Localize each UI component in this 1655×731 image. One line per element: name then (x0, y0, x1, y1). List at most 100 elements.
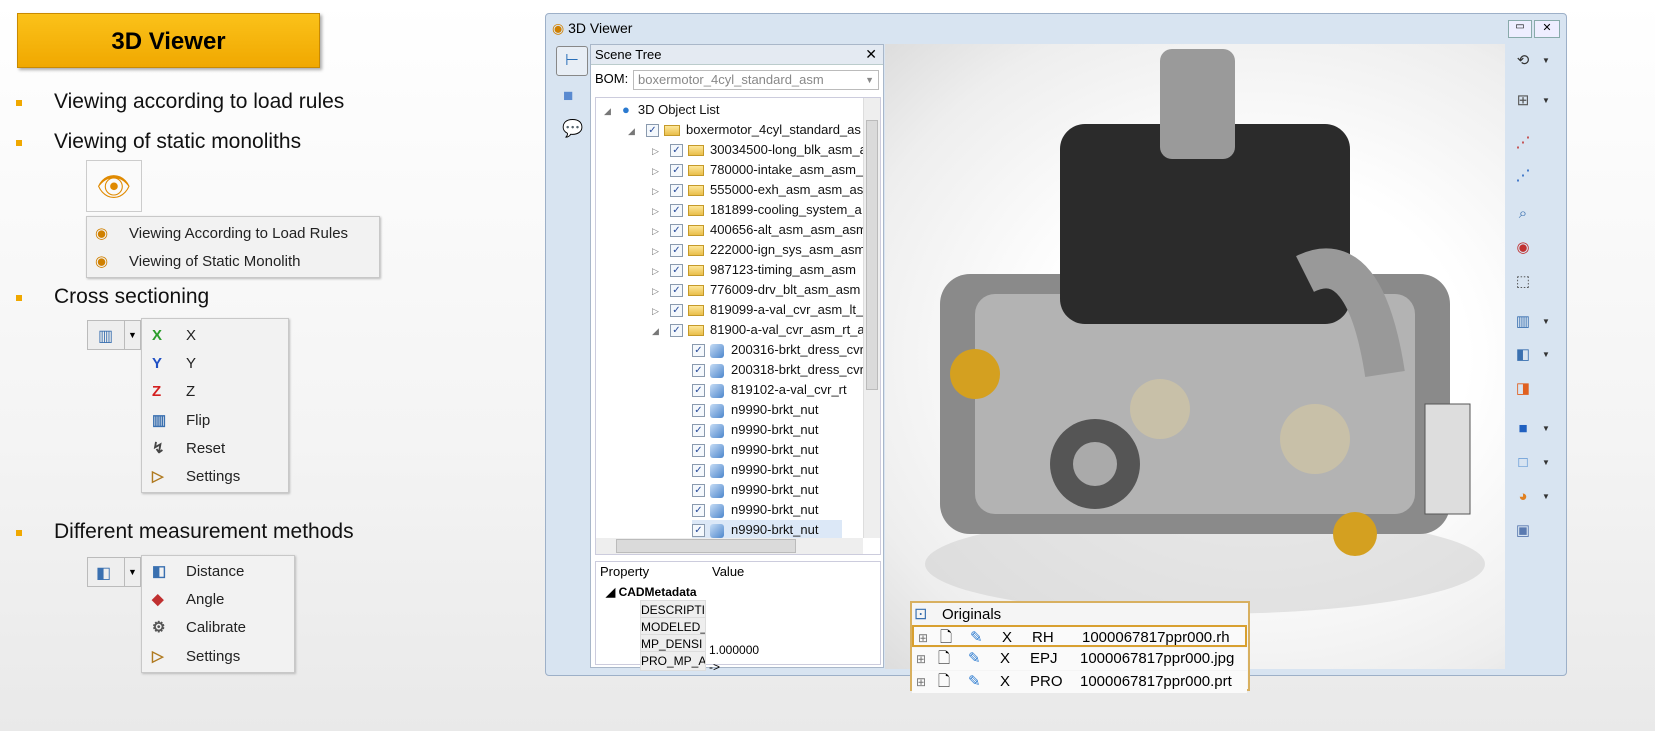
menu-item-static-monolith[interactable]: ◉ Viewing of Static Monolith (87, 248, 379, 276)
color-icon[interactable]: ◉ (1512, 237, 1534, 259)
tree-part[interactable]: ✓ n9990-brkt_nut (692, 500, 818, 520)
bullet-cross-sectioning: Cross sectioning (15, 285, 210, 308)
checkbox[interactable]: ✓ (670, 204, 683, 218)
tree-part[interactable]: ✓ 200316-brkt_dress_cvr (692, 340, 864, 360)
scroll-thumb[interactable] (866, 120, 878, 390)
menu-item-x[interactable]: XX (142, 322, 288, 350)
pencil-icon[interactable]: ✎ (968, 648, 981, 670)
checkbox[interactable]: ✓ (692, 504, 705, 518)
frame-icon[interactable]: ▣ (1512, 520, 1534, 542)
tree-part[interactable]: ✓ n9990-brkt_nut (692, 480, 818, 500)
transparency-icon[interactable]: ◨ (1512, 378, 1534, 400)
checkbox[interactable]: ✓ (670, 324, 683, 338)
menu-item-settings[interactable]: ▷ Settings (142, 643, 294, 671)
tree-vscrollbar[interactable] (863, 98, 880, 538)
comment-tab-icon[interactable]: 💬 (562, 119, 583, 139)
measure-icon[interactable]: ⋰ (1512, 132, 1534, 154)
tree-folder[interactable]: ▷ ✓ 776009-drv_blt_asm_asm (652, 280, 860, 300)
scroll-thumb[interactable] (616, 539, 796, 553)
pencil-icon[interactable]: ✎ (970, 627, 983, 649)
checkbox[interactable]: ✓ (670, 284, 683, 298)
tree-root[interactable]: ◢ ● 3D Object List (604, 100, 720, 120)
checkbox[interactable]: ✓ (670, 144, 683, 158)
tree-folder[interactable]: ◢ ✓ 81900-a-val_cvr_asm_rt_a (652, 320, 865, 340)
menu-item-z[interactable]: ZZ (142, 378, 288, 406)
menu-item-load-rules[interactable]: ◉ Viewing According to Load Rules (87, 220, 379, 248)
checkbox[interactable]: ✓ (670, 224, 683, 238)
checkbox[interactable]: ✓ (692, 384, 705, 398)
checkbox[interactable]: ✓ (670, 264, 683, 278)
expand-plus-icon[interactable]: ⊞ (916, 671, 926, 693)
eye-icon[interactable]: 👁 (86, 160, 142, 212)
select-icon[interactable]: ⬚ (1512, 271, 1534, 293)
checkbox[interactable]: ✓ (692, 464, 705, 478)
engine-model[interactable] (885, 44, 1505, 669)
original-file-row[interactable]: ⊞ 🗋 ✎ X EPJ 1000067817ppr000.jpg (912, 648, 1247, 670)
checkbox[interactable]: ✓ (692, 444, 705, 458)
tree-part[interactable]: ✓ n9990-brkt_nut (692, 440, 818, 460)
menu-item-settings[interactable]: ▷ Settings (142, 463, 288, 491)
rotate-icon[interactable]: ⟲ ▼ (1512, 50, 1550, 72)
pencil-icon[interactable]: ✎ (968, 671, 981, 693)
tree-folder[interactable]: ▷ ✓ 30034500-long_blk_asm_a (652, 140, 867, 160)
measure-alt-icon[interactable]: ⋰ (1512, 165, 1534, 187)
tree-folder[interactable]: ▷ ✓ 222000-ign_sys_asm_asm (652, 240, 865, 260)
section-dropdown-button[interactable]: ▥ ▼ (87, 320, 141, 350)
measure-dropdown-button[interactable]: ◧ ▼ (87, 557, 141, 587)
menu-item-reset[interactable]: ↯ Reset (142, 435, 288, 463)
property-row[interactable]: DESCRIPTI (640, 600, 860, 620)
tree-assembly[interactable]: ◢ ✓ boxermotor_4cyl_standard_as (628, 120, 861, 140)
tree-part[interactable]: ✓ n9990-brkt_nut (692, 520, 842, 540)
checkbox[interactable]: ✓ (670, 184, 683, 198)
checkbox[interactable]: ✓ (692, 404, 705, 418)
tree-part[interactable]: ✓ 819102-a-val_cvr_rt (692, 380, 847, 400)
menu-item-distance[interactable]: ◧ Distance (142, 558, 294, 586)
tree-part[interactable]: ✓ 200318-brkt_dress_cvr (692, 360, 864, 380)
property-row[interactable]: PRO_MP_A -> (640, 651, 860, 674)
menu-item-y[interactable]: YY (142, 350, 288, 378)
tree-folder[interactable]: ▷ ✓ 987123-timing_asm_asm (652, 260, 856, 280)
menu-item-calibrate[interactable]: ⚙ Calibrate (142, 614, 294, 642)
original-file-row[interactable]: ⊞ 🗋 ✎ X PRO 1000067817ppr000.prt (912, 671, 1247, 693)
property-row[interactable]: MP_DENSI 1.000000 (640, 634, 860, 657)
menu-item-flip[interactable]: ▥ Flip (142, 407, 288, 435)
layout-icon[interactable]: ⊞ ▼ (1512, 90, 1550, 112)
tree-folder[interactable]: ▷ ✓ 819099-a-val_cvr_asm_lt_ (652, 300, 863, 320)
checkbox[interactable]: ✓ (670, 244, 683, 258)
close-window-button[interactable]: ✕ (1534, 20, 1560, 38)
checkbox[interactable]: ✓ (646, 124, 659, 138)
tree-folder[interactable]: ▷ ✓ 555000-exh_asm_asm_asr (652, 180, 868, 200)
zoom-fit-icon[interactable]: ⌕ (1512, 203, 1534, 225)
checkbox[interactable]: ✓ (692, 424, 705, 438)
checkbox[interactable]: ✓ (692, 344, 705, 358)
shapes-icon[interactable]: ◕ ▼ (1512, 486, 1549, 508)
scene-tree-tab-icon[interactable]: ⊢ (556, 46, 588, 76)
tree-part[interactable]: ✓ n9990-brkt_nut (692, 400, 818, 420)
cube-tab-icon[interactable]: ■ (563, 86, 573, 106)
checkbox[interactable]: ✓ (692, 484, 705, 498)
checkbox[interactable]: ✓ (670, 304, 683, 318)
section-icon[interactable]: ▥ ▼ (1512, 311, 1550, 333)
checkbox[interactable]: ✓ (692, 524, 705, 538)
checkbox[interactable]: ✓ (692, 364, 705, 378)
property-row[interactable]: MODELED_ (640, 617, 860, 637)
original-file-row[interactable]: ⊞ 🗋 ✎ X RH 1000067817ppr000.rh (912, 625, 1247, 647)
property-group[interactable]: ◢ CADMetadata (606, 585, 697, 599)
distance-icon[interactable]: ◧ ▼ (1512, 344, 1550, 366)
tree-part[interactable]: ✓ n9990-brkt_nut (692, 420, 818, 440)
expand-plus-icon[interactable]: ⊞ (916, 648, 926, 670)
tree-folder[interactable]: ▷ ✓ 400656-alt_asm_asm_asm (652, 220, 867, 240)
tree-part[interactable]: ✓ n9990-brkt_nut (692, 460, 818, 480)
shaded-cube-icon[interactable]: ■ ▼ (1512, 418, 1549, 440)
3d-viewport[interactable] (885, 44, 1505, 669)
bom-select[interactable]: boxermotor_4cyl_standard_asm ▼ (633, 70, 879, 90)
restore-button[interactable]: ▭ (1508, 20, 1532, 38)
tree-hscrollbar[interactable] (596, 538, 863, 554)
tree-folder[interactable]: ▷ ✓ 780000-intake_asm_asm_ (652, 160, 863, 180)
close-icon[interactable]: ✕ (865, 46, 877, 63)
tree-folder[interactable]: ▷ ✓ 181899-cooling_system_a (652, 200, 862, 220)
menu-item-angle[interactable]: ◆ Angle (142, 586, 294, 614)
expand-plus-icon[interactable]: ⊞ (918, 627, 928, 649)
wire-cube-icon[interactable]: □ ▼ (1512, 452, 1549, 474)
checkbox[interactable]: ✓ (670, 164, 683, 178)
